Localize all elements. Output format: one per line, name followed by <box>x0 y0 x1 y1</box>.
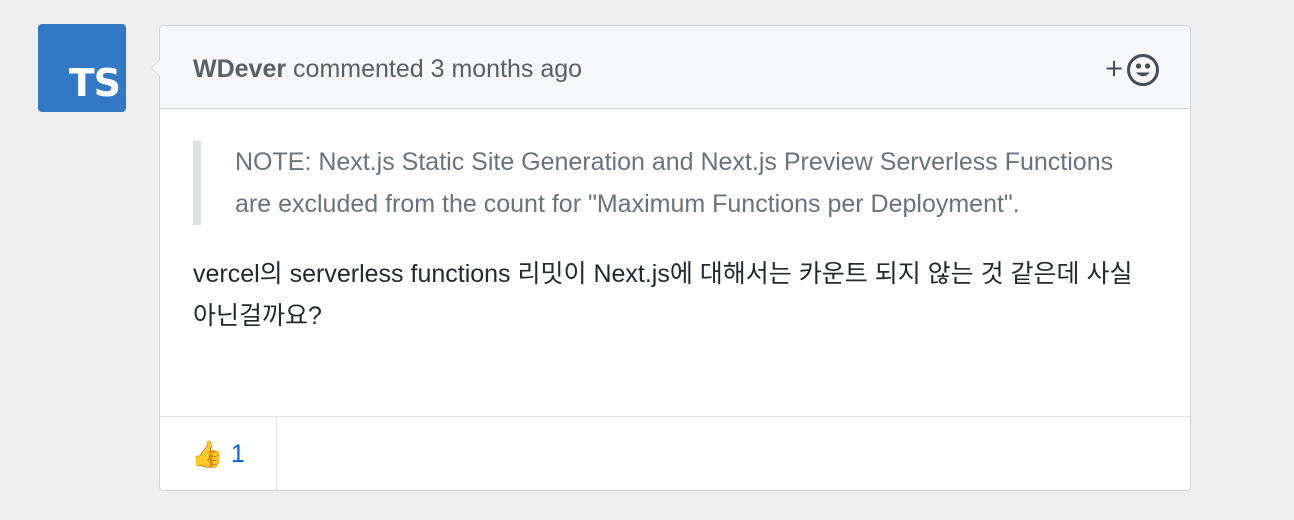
thumbs-up-icon: 👍 <box>191 439 224 469</box>
avatar[interactable]: TS <box>38 24 126 112</box>
plus-icon: + <box>1104 54 1125 82</box>
comment-header: WDever commented 3 months ago + <box>160 26 1190 109</box>
author-link[interactable]: WDever <box>193 55 286 83</box>
avatar-text: TS <box>68 61 121 105</box>
smiley-icon <box>1127 54 1159 86</box>
comment-container: WDever commented 3 months ago + NOTE: Ne… <box>151 25 1191 491</box>
reaction-count: 1 <box>231 440 245 468</box>
comment-text: vercel의 serverless functions 리밋이 Next.js… <box>193 260 1133 330</box>
comment-body: NOTE: Next.js Static Site Generation and… <box>193 141 1160 337</box>
blockquote-text: NOTE: Next.js Static Site Generation and… <box>235 148 1114 218</box>
comment-timestamp: commented 3 months ago <box>286 55 583 83</box>
reaction-thumbs-up-button[interactable]: 👍 1 <box>160 417 277 490</box>
comment-pointer-fill <box>152 60 160 76</box>
comment-header-text: WDever commented 3 months ago <box>193 54 582 84</box>
reactions-bar: 👍 1 <box>160 416 1190 490</box>
add-reaction-button[interactable]: + <box>1104 53 1160 87</box>
blockquote: NOTE: Next.js Static Site Generation and… <box>193 141 1140 225</box>
